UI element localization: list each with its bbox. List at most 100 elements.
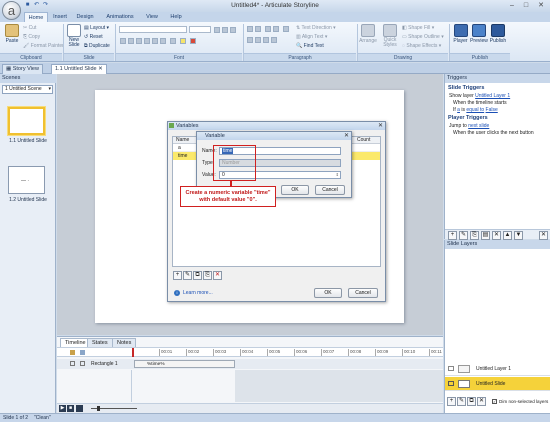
font-family-select[interactable] — [119, 26, 187, 33]
learn-more-link[interactable]: Learn more... — [183, 290, 213, 296]
cut-button[interactable]: ✂ Cut — [23, 25, 36, 31]
bullets-icon[interactable] — [247, 26, 253, 32]
edit-trigger-icon[interactable]: ✎ — [459, 231, 468, 240]
quick-styles-button[interactable]: Quick Styles — [380, 24, 400, 48]
trigger-condition[interactable]: If a is equal to False — [453, 107, 498, 113]
justify-icon[interactable] — [271, 37, 277, 43]
publish-button[interactable]: Publish — [489, 24, 507, 44]
maximize-button[interactable]: □ — [519, 1, 533, 10]
paste-trigger-icon[interactable]: ▤ — [481, 231, 490, 240]
tab-notes[interactable]: Notes — [112, 338, 137, 347]
align-text-button[interactable]: ▥ Align Text ▾ — [296, 34, 327, 40]
shape-fill-button[interactable]: ◧ Shape Fill ▾ — [402, 25, 434, 31]
align-center-icon[interactable] — [255, 37, 261, 43]
timeline-bar[interactable]: %time% — [134, 360, 235, 368]
play-icon[interactable]: ▶ — [59, 405, 66, 412]
rewind-icon[interactable] — [76, 405, 83, 412]
layer-row-selected[interactable]: Untitled Slide — [445, 377, 550, 391]
numbering-icon[interactable] — [255, 26, 261, 32]
text-direction-button[interactable]: ⇅ Text Direction ▾ — [296, 25, 336, 31]
font-size-select[interactable] — [189, 26, 211, 33]
playhead[interactable] — [132, 348, 134, 357]
collapse-icon[interactable]: ✕ — [539, 231, 548, 240]
save-icon[interactable]: ■ — [24, 2, 31, 9]
tab-view[interactable]: View — [142, 12, 162, 22]
tab-timeline[interactable]: Timeline — [60, 338, 91, 347]
minimize-button[interactable]: – — [505, 1, 519, 10]
format-painter-button[interactable]: 🖌 Format Painter — [23, 43, 64, 49]
paste-button[interactable]: Paste — [3, 24, 21, 44]
highlight-icon[interactable] — [180, 38, 186, 44]
eye-icon[interactable] — [448, 366, 454, 371]
scene-select[interactable]: 1 Untitled Scene ▾ — [2, 85, 53, 94]
delete-trigger-icon[interactable]: ✕ — [492, 231, 501, 240]
timeline-row[interactable]: Rectangle 1 %time% — [57, 359, 443, 369]
layer-row[interactable]: Untitled Layer 1 — [445, 362, 550, 376]
slide-thumbnail[interactable] — [8, 107, 45, 135]
subscript-icon[interactable] — [152, 38, 158, 44]
layout-button[interactable]: ▤ Layout ▾ — [84, 25, 109, 31]
trigger-show-layer[interactable]: Show layer Untitled Layer 1 — [449, 93, 510, 99]
undo-icon[interactable]: ↶ — [33, 2, 40, 9]
tab-insert[interactable]: Insert — [49, 12, 71, 22]
eye-icon[interactable] — [448, 381, 454, 386]
underline-icon[interactable] — [136, 38, 142, 44]
eye-icon[interactable] — [70, 361, 75, 366]
shrink-font-icon[interactable] — [222, 27, 228, 33]
new-trigger-icon[interactable]: + — [448, 231, 457, 240]
move-down-icon[interactable]: ▼ — [514, 231, 523, 240]
tab-home[interactable]: Home — [24, 12, 48, 22]
player-button[interactable]: Player — [452, 24, 469, 44]
new-layer-icon[interactable]: + — [447, 397, 456, 406]
font-color-icon[interactable] — [190, 38, 196, 44]
delete-variable-icon[interactable]: ✕ — [213, 271, 222, 280]
stepper-icon[interactable]: ⇕ — [336, 172, 339, 178]
cancel-button[interactable]: Cancel — [348, 288, 378, 298]
untitled-layer-link[interactable]: Untitled Layer 1 — [475, 93, 510, 99]
redo-icon[interactable]: ↷ — [42, 2, 49, 9]
delete-layer-icon[interactable]: ✕ — [477, 397, 486, 406]
copy-button[interactable]: ⎘ Copy — [23, 34, 40, 40]
variable-cancel-button[interactable]: Cancel — [315, 185, 345, 195]
stop-icon[interactable]: ■ — [67, 405, 74, 412]
bold-icon[interactable] — [120, 38, 126, 44]
tab-slide-view[interactable]: 1.1 Untitled Slide ✕ — [51, 64, 107, 74]
lock-icon[interactable] — [70, 350, 75, 355]
shape-outline-button[interactable]: ▭ Shape Outline ▾ — [402, 34, 444, 40]
duplicate-layer-icon[interactable]: ⧉ — [467, 397, 476, 406]
slide-thumbnail[interactable]: — · — [8, 166, 45, 194]
tab-help[interactable]: Help — [166, 12, 186, 22]
edit-layer-icon[interactable]: ✎ — [457, 397, 466, 406]
superscript-icon[interactable] — [160, 38, 166, 44]
trigger-jump-next[interactable]: Jump to next slide — [449, 123, 489, 129]
align-right-icon[interactable] — [263, 37, 269, 43]
align-left-icon[interactable] — [247, 37, 253, 43]
strikethrough-icon[interactable] — [144, 38, 150, 44]
app-logo-icon[interactable]: a — [2, 1, 21, 20]
variable-ok-button[interactable]: OK — [281, 185, 309, 195]
visibility-icon[interactable] — [80, 350, 85, 355]
find-text-button[interactable]: 🔍 Find Text — [296, 43, 324, 49]
decrease-indent-icon[interactable] — [265, 26, 271, 32]
close-window-button[interactable]: ✕ — [534, 1, 548, 10]
dim-checkbox[interactable]: ✓ — [492, 399, 497, 404]
new-variable-icon[interactable]: + — [173, 271, 182, 280]
change-case-icon[interactable] — [170, 38, 176, 44]
lock-icon[interactable] — [80, 361, 85, 366]
ok-button[interactable]: OK — [314, 288, 342, 298]
shape-effects-button[interactable]: ◌ Shape Effects ▾ — [402, 43, 441, 49]
tab-animations[interactable]: Animations — [102, 12, 138, 22]
line-spacing-icon[interactable] — [283, 26, 289, 32]
tab-story-view[interactable]: ▦ Story View — [2, 64, 43, 74]
close-icon[interactable]: ✕ — [344, 132, 349, 140]
grow-font-icon[interactable] — [214, 27, 220, 33]
copy-variable-icon[interactable]: ⎘ — [203, 271, 212, 280]
move-up-icon[interactable]: ▲ — [503, 231, 512, 240]
tab-design[interactable]: Design — [73, 12, 97, 22]
new-slide-button[interactable]: New Slide — [66, 24, 82, 48]
close-icon[interactable]: ✕ — [378, 122, 383, 130]
clear-format-icon[interactable] — [230, 27, 236, 33]
increase-indent-icon[interactable] — [273, 26, 279, 32]
next-slide-link[interactable]: next slide — [468, 123, 489, 129]
tab-states[interactable]: States — [87, 338, 113, 347]
